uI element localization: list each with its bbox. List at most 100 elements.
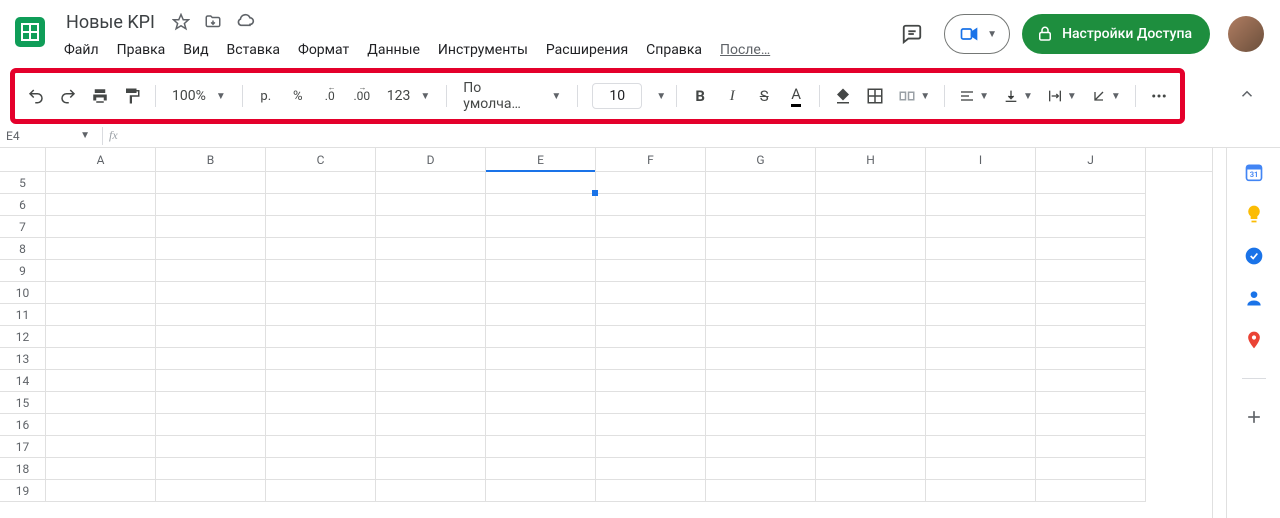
cell[interactable] — [376, 414, 486, 436]
column-header[interactable]: G — [706, 148, 816, 171]
row-header[interactable]: 16 — [0, 414, 46, 436]
cell[interactable] — [596, 436, 706, 458]
cell[interactable] — [156, 480, 266, 502]
cell[interactable] — [376, 370, 486, 392]
cell[interactable] — [376, 216, 486, 238]
cell[interactable] — [816, 194, 926, 216]
cell[interactable] — [1036, 392, 1146, 414]
cell[interactable] — [156, 260, 266, 282]
cell[interactable] — [706, 348, 816, 370]
column-header[interactable]: A — [46, 148, 156, 171]
cell[interactable] — [1036, 436, 1146, 458]
cell[interactable] — [706, 436, 816, 458]
cell[interactable] — [156, 348, 266, 370]
add-on-icon[interactable] — [1244, 407, 1264, 427]
comments-icon[interactable] — [892, 14, 932, 54]
cell[interactable] — [926, 282, 1036, 304]
column-header[interactable]: B — [156, 148, 266, 171]
cell[interactable] — [1036, 304, 1146, 326]
cell[interactable] — [266, 392, 376, 414]
cell[interactable] — [706, 304, 816, 326]
cell[interactable] — [706, 216, 816, 238]
cell[interactable] — [1036, 172, 1146, 194]
cell[interactable] — [1036, 282, 1146, 304]
fill-color-button[interactable] — [830, 81, 856, 111]
column-header[interactable]: J — [1036, 148, 1146, 171]
cell[interactable] — [376, 172, 486, 194]
cell[interactable] — [706, 326, 816, 348]
menu-last-edit[interactable]: После… — [712, 38, 778, 62]
cell[interactable] — [156, 282, 266, 304]
cell[interactable] — [706, 392, 816, 414]
vertical-align-button[interactable]: ▼ — [999, 81, 1037, 111]
chevron-down-icon[interactable]: ▼ — [656, 91, 666, 102]
cell[interactable] — [156, 392, 266, 414]
cell[interactable] — [926, 480, 1036, 502]
row-header[interactable]: 11 — [0, 304, 46, 326]
cell[interactable] — [926, 436, 1036, 458]
cell[interactable] — [376, 436, 486, 458]
cell[interactable] — [376, 326, 486, 348]
cell[interactable] — [816, 238, 926, 260]
cell[interactable] — [46, 216, 156, 238]
cell[interactable] — [596, 414, 706, 436]
cell[interactable] — [46, 436, 156, 458]
column-header[interactable]: C — [266, 148, 376, 171]
cell[interactable] — [376, 480, 486, 502]
cell[interactable] — [926, 194, 1036, 216]
zoom-dropdown[interactable]: 100%▼ — [166, 88, 232, 104]
cell[interactable] — [816, 282, 926, 304]
row-header[interactable]: 15 — [0, 392, 46, 414]
cell[interactable] — [816, 370, 926, 392]
row-header[interactable]: 7 — [0, 216, 46, 238]
cell[interactable] — [816, 392, 926, 414]
cell[interactable] — [926, 348, 1036, 370]
cell[interactable] — [816, 480, 926, 502]
cell[interactable] — [486, 436, 596, 458]
cell[interactable] — [156, 172, 266, 194]
cell[interactable] — [376, 194, 486, 216]
cell[interactable] — [486, 172, 596, 194]
cell[interactable] — [486, 480, 596, 502]
cell[interactable] — [706, 480, 816, 502]
move-icon[interactable] — [201, 10, 225, 34]
select-all-corner[interactable] — [0, 148, 46, 171]
cell[interactable] — [486, 392, 596, 414]
merge-cells-button[interactable]: ▼ — [894, 81, 934, 111]
menu-edit[interactable]: Правка — [109, 38, 174, 62]
cell[interactable] — [816, 414, 926, 436]
horizontal-align-button[interactable]: ▼ — [955, 81, 993, 111]
cell[interactable] — [266, 238, 376, 260]
cell[interactable] — [46, 458, 156, 480]
cell[interactable] — [266, 326, 376, 348]
cell[interactable] — [1036, 260, 1146, 282]
cell[interactable] — [706, 194, 816, 216]
cell[interactable] — [266, 282, 376, 304]
cell[interactable] — [706, 414, 816, 436]
cell[interactable] — [46, 282, 156, 304]
row-header[interactable]: 19 — [0, 480, 46, 502]
cell[interactable] — [706, 260, 816, 282]
cell[interactable] — [816, 436, 926, 458]
cell[interactable] — [266, 480, 376, 502]
cell[interactable] — [46, 370, 156, 392]
cell[interactable] — [46, 348, 156, 370]
meet-button[interactable]: ▼ — [944, 14, 1010, 54]
cell[interactable] — [1036, 370, 1146, 392]
account-avatar[interactable] — [1228, 16, 1264, 52]
strikethrough-button[interactable]: S — [751, 81, 777, 111]
cell[interactable] — [486, 370, 596, 392]
cell[interactable] — [596, 348, 706, 370]
column-header[interactable]: E — [486, 148, 596, 171]
cell[interactable] — [926, 392, 1036, 414]
cell[interactable] — [156, 304, 266, 326]
cell[interactable] — [266, 348, 376, 370]
cell[interactable] — [266, 194, 376, 216]
cell[interactable] — [266, 458, 376, 480]
menu-insert[interactable]: Вставка — [219, 38, 288, 62]
row-header[interactable]: 8 — [0, 238, 46, 260]
calendar-icon[interactable]: 31 — [1244, 162, 1264, 182]
currency-button[interactable]: р. — [253, 81, 279, 111]
cell[interactable] — [596, 172, 706, 194]
cell[interactable] — [816, 172, 926, 194]
